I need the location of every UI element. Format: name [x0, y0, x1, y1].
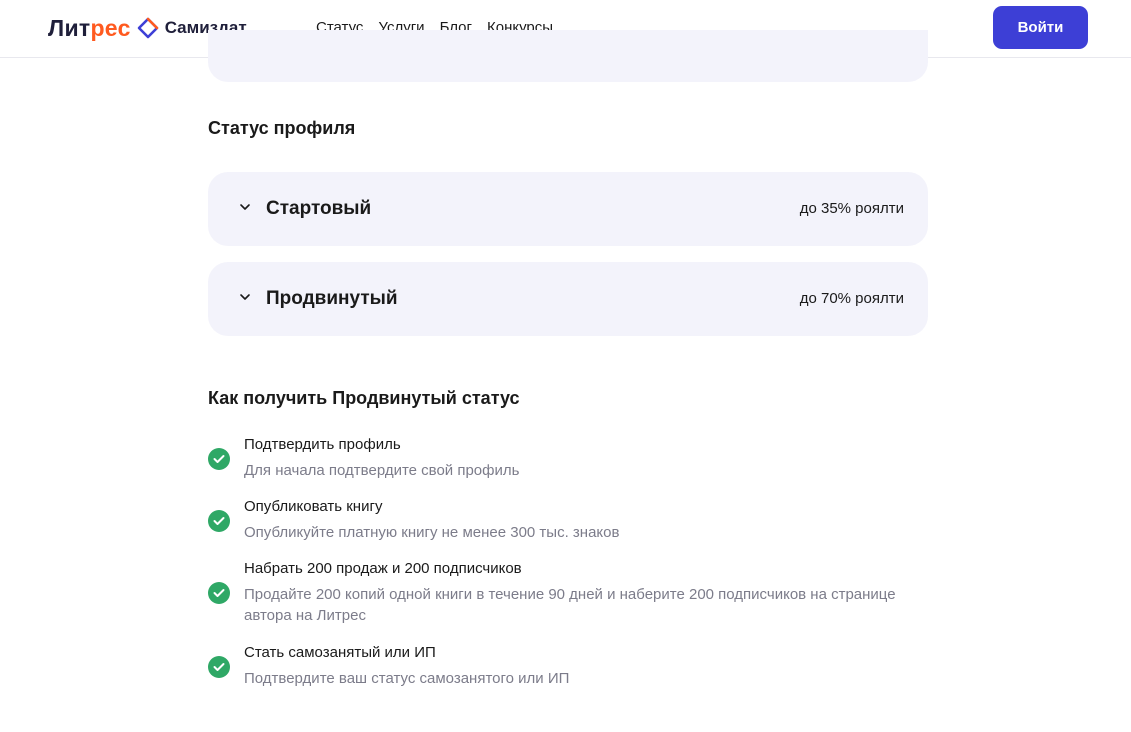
step-title: Подтвердить профиль [244, 436, 401, 453]
logo-diamond-icon [137, 17, 159, 39]
status-royalty: до 70% роялти [799, 290, 904, 307]
status-royalty: до 35% роялти [799, 200, 904, 217]
status-name: Стартовый [266, 198, 372, 219]
advanced-howto-title: Как получить Продвинутый статус [208, 388, 520, 408]
login-button[interactable]: Войти [993, 6, 1088, 49]
chevron-down-icon [238, 290, 252, 304]
step-title: Стать самозанятый или ИП [244, 644, 436, 661]
logo-litres: Литрес [48, 15, 131, 42]
check-circle-icon [208, 448, 230, 470]
profile-status-title: Статус профиля [208, 118, 356, 138]
chevron-down-icon [238, 200, 252, 214]
step-description: Опубликуйте платную книгу не менее 300 т… [244, 524, 620, 541]
previous-card [208, 30, 928, 82]
step-description: Для начала подтвердите свой профиль [244, 462, 520, 479]
status-card-starter[interactable]: Стартовый до 35% роялти [208, 172, 928, 246]
check-circle-icon [208, 582, 230, 604]
check-circle-icon [208, 656, 230, 678]
check-circle-icon [208, 510, 230, 532]
status-card-advanced[interactable]: Продвинутый до 70% роялти [208, 262, 928, 336]
step-description: Подтвердите ваш статус самозанятого или … [244, 670, 570, 687]
step-title: Опубликовать книгу [244, 498, 383, 515]
step-description: Продайте 200 копий одной книги в течение… [244, 586, 896, 624]
logo-litres-part2: рес [90, 14, 131, 41]
logo-litres-part1: Лит [48, 14, 91, 41]
step-title: Набрать 200 продаж и 200 подписчиков [244, 560, 522, 577]
status-name: Продвинутый [266, 288, 398, 309]
